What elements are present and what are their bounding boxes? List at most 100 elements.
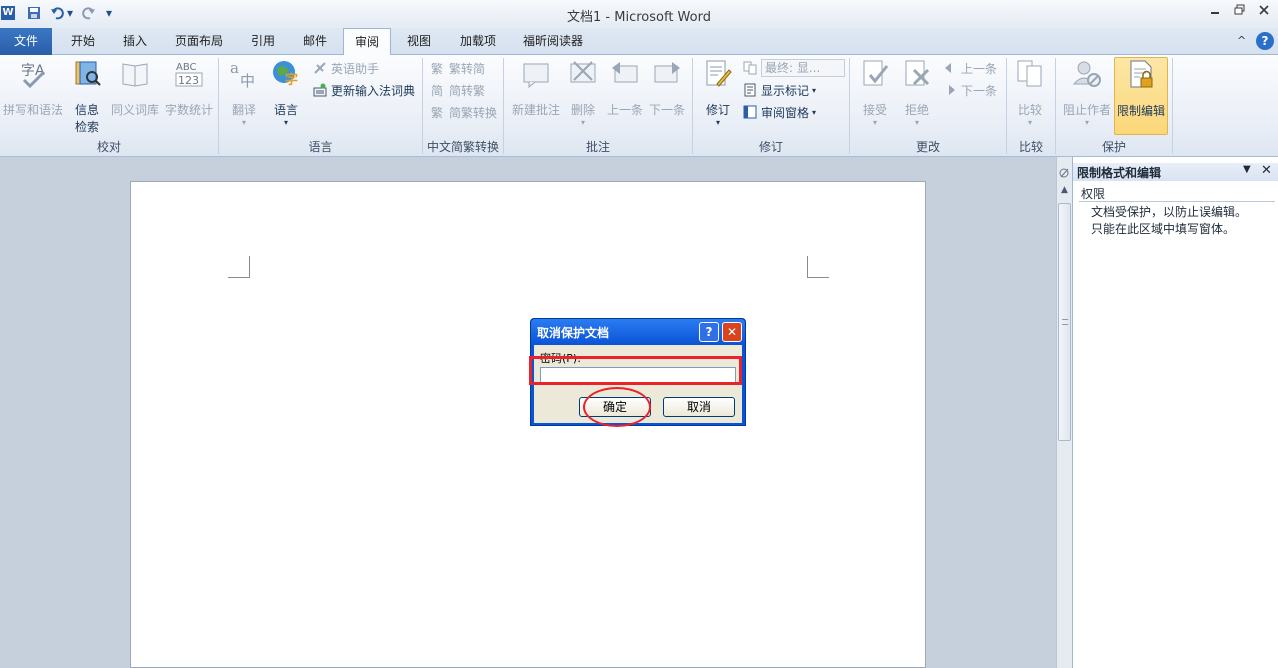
block-authors-icon [1071, 57, 1103, 89]
thumb-grip [1062, 319, 1068, 325]
margin-corner-mark [228, 256, 250, 278]
group-label-protect: 保护 [1101, 140, 1126, 154]
password-highlight-box [529, 356, 742, 385]
chinese-conversion-button[interactable]: 繁 简繁转换 [430, 102, 497, 122]
translate-icon: a中 [228, 57, 260, 89]
tab-references[interactable]: 引用 [240, 28, 286, 55]
tab-view[interactable]: 视图 [396, 28, 442, 55]
reviewing-pane-button[interactable]: 审阅窗格 ▾ [742, 102, 816, 122]
spelling-grammar-button[interactable]: 字A 拼写和语法 [2, 57, 64, 118]
group-label-chinese-conversion: 中文简繁转换 [426, 140, 499, 154]
tab-page-layout[interactable]: 页面布局 [164, 28, 234, 55]
previous-comment-button[interactable]: 上一条 [604, 57, 646, 118]
compare-icon [1014, 57, 1046, 89]
tab-review[interactable]: 审阅 [343, 28, 391, 56]
pane-header: 限制格式和编辑 ▼ ✕ [1073, 163, 1278, 181]
svg-text:字: 字 [285, 72, 298, 88]
globe-language-icon: 字 [270, 57, 302, 89]
minimize-icon[interactable] [1204, 4, 1226, 22]
next-comment-button[interactable]: 下一条 [646, 57, 688, 118]
svg-text:简: 简 [431, 84, 443, 97]
traditional-to-simplified-button[interactable]: 繁 繁转简 [430, 58, 485, 78]
group-label-tracking: 修订 [758, 140, 783, 154]
display-for-review-dropdown[interactable]: 最终: 显... [742, 58, 845, 78]
restrict-editing-button[interactable]: 限制编辑 [1114, 57, 1168, 135]
group-label-changes: 更改 [915, 140, 940, 154]
convert-icon: 简 [430, 82, 446, 98]
scroll-up-icon[interactable]: ▲ [1058, 185, 1071, 201]
ribbon-tab-bar: 文件 开始 插入 页面布局 引用 邮件 审阅 视图 加载项 福昕阅读器 ^ ? [0, 28, 1278, 56]
section-divider [1079, 201, 1275, 202]
group-label-proofing: 校对 [96, 140, 121, 154]
assistant-icon [312, 60, 328, 76]
tab-home[interactable]: 开始 [58, 28, 108, 55]
protection-message-line-1: 文档受保护，以防止误编辑。 [1091, 205, 1248, 219]
tab-mailings[interactable]: 邮件 [292, 28, 338, 55]
cancel-button[interactable]: 取消 [663, 397, 735, 417]
accept-button[interactable]: 接受 ▾ [856, 57, 894, 127]
track-changes-icon [702, 57, 734, 89]
new-comment-icon [520, 57, 552, 89]
close-window-icon[interactable] [1253, 4, 1275, 22]
ime-icon [312, 82, 328, 98]
reject-button[interactable]: 拒绝 ▾ [898, 57, 936, 127]
window-title: 文档1 - Microsoft Word [567, 10, 711, 25]
ruler-toggle-icon[interactable] [1058, 165, 1071, 181]
track-changes-button[interactable]: 修订 ▾ [698, 57, 738, 127]
group-label-comments: 批注 [585, 140, 610, 154]
title-bar: W ▾ ▾ 文档1 - Microsoft Word [0, 0, 1278, 28]
dialog-close-icon[interactable]: ✕ [722, 322, 742, 342]
pane-title: 限制格式和编辑 [1077, 166, 1162, 180]
pane-close-icon[interactable]: ✕ [1261, 163, 1272, 178]
tab-addins[interactable]: 加载项 [450, 28, 506, 55]
document-page[interactable] [130, 181, 926, 668]
permissions-section-title: 权限 [1081, 187, 1106, 201]
block-authors-button[interactable]: 阻止作者 ▾ [1060, 57, 1114, 127]
previous-change-button[interactable]: 上一条 [942, 58, 997, 78]
ribbon: 字A 拼写和语法 信息 检索 同义词库 ABC 123 字数统计 校对 a中 翻译… [0, 55, 1278, 157]
dialog-help-icon[interactable]: ? [699, 322, 719, 342]
tab-file[interactable]: 文件 [0, 28, 52, 55]
simplified-to-traditional-button[interactable]: 简 简转繁 [430, 80, 485, 100]
reject-icon [901, 57, 933, 89]
translate-button[interactable]: a中 翻译 ▾ [224, 57, 264, 127]
dialog-title: 取消保护文档 [537, 326, 610, 340]
group-label-language: 语言 [308, 140, 333, 154]
pane-options-icon[interactable]: ▼ [1243, 164, 1251, 175]
help-icon[interactable]: ? [1256, 32, 1274, 50]
vertical-scrollbar[interactable]: ▲ [1056, 157, 1072, 668]
convert-icon: 繁 [430, 104, 446, 120]
previous-comment-icon [609, 57, 641, 89]
compare-button[interactable]: 比较 ▾ [1010, 57, 1050, 127]
accept-icon [859, 57, 891, 89]
language-button[interactable]: 字 语言 ▾ [266, 57, 306, 127]
next-change-button[interactable]: 下一条 [942, 80, 997, 100]
svg-text:繁: 繁 [431, 61, 443, 75]
spelling-icon: 字A [17, 57, 49, 89]
previous-change-icon [942, 60, 958, 76]
next-change-icon [942, 82, 958, 98]
tab-foxit-reader[interactable]: 福昕阅读器 [514, 28, 592, 55]
minimize-ribbon-icon[interactable]: ^ [1237, 34, 1246, 47]
word-count-button[interactable]: ABC 123 字数统计 [162, 57, 216, 118]
tab-insert[interactable]: 插入 [110, 28, 160, 55]
delete-comment-button[interactable]: 删除 ▾ [564, 57, 602, 127]
group-separator [1172, 58, 1173, 154]
display-review-icon [742, 60, 758, 76]
book-icon [119, 57, 151, 89]
reviewing-pane-icon [742, 104, 758, 120]
thesaurus-button[interactable]: 同义词库 [108, 57, 162, 118]
scrollbar-thumb[interactable] [1058, 203, 1071, 441]
update-ime-dictionary-button[interactable]: 更新输入法词典 [312, 80, 415, 100]
svg-text:a: a [230, 59, 239, 77]
abc123-icon: ABC 123 [173, 57, 205, 89]
show-markup-button[interactable]: 显示标记 ▾ [742, 80, 816, 100]
english-assistant-button[interactable]: 英语助手 [312, 58, 379, 78]
restore-icon[interactable] [1229, 4, 1251, 22]
research-button[interactable]: 信息 检索 [66, 57, 108, 135]
research-icon [71, 57, 103, 89]
svg-text:ABC: ABC [176, 62, 197, 73]
protection-message-line-2: 只能在此区域中填写窗体。 [1091, 222, 1236, 236]
new-comment-button[interactable]: 新建批注 [508, 57, 564, 118]
restrict-editing-icon [1125, 58, 1157, 90]
